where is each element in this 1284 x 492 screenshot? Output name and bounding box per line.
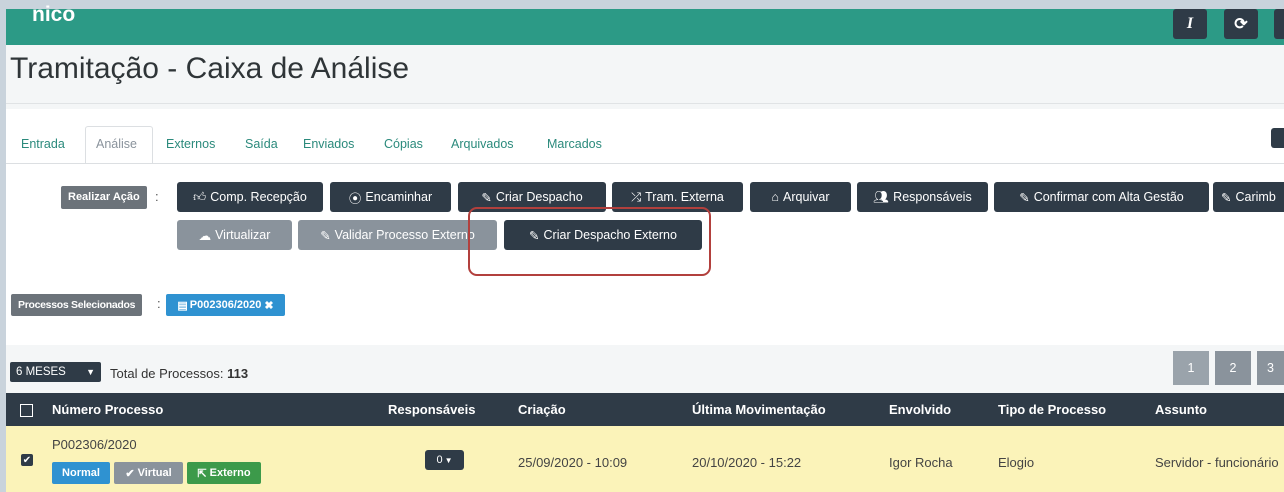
arquivar-button[interactable]: ⌂ Arquivar <box>750 182 851 212</box>
confirmar-alta-gestao-button[interactable]: ✎ Confirmar com Alta Gestão <box>994 182 1209 212</box>
edit-icon: ✎ <box>481 190 492 205</box>
users-icon: 👥︎ <box>873 189 890 204</box>
pencil-icon: ✎ <box>1221 190 1232 205</box>
tipo-processo-value: Elogio <box>998 455 1035 470</box>
more-button[interactable] <box>1274 9 1284 39</box>
period-select[interactable]: 6 MESES ▼ <box>10 362 101 382</box>
col-assunto[interactable]: Assunto <box>1155 402 1207 417</box>
card-tool-button[interactable] <box>1271 128 1284 148</box>
external-link-icon: ⇱ <box>197 467 207 480</box>
page-1-button[interactable]: 1 <box>1173 351 1209 385</box>
select-all-checkbox[interactable] <box>20 404 33 417</box>
badge-virtual: ✔ Virtual <box>114 462 183 484</box>
virtualizar-button[interactable]: ☁ Virtualizar <box>177 220 292 250</box>
envolvido-value: Igor Rocha <box>889 455 953 470</box>
italic-button[interactable]: I <box>1173 9 1207 39</box>
col-tipo-processo[interactable]: Tipo de Processo <box>998 402 1106 417</box>
processos-selecionados-label: Processos Selecionados <box>11 294 143 316</box>
col-criacao[interactable]: Criação <box>518 402 566 417</box>
responsaveis-dropdown[interactable]: 0 ▼ <box>425 450 464 470</box>
realizar-acao-label: Realizar Ação <box>61 186 147 209</box>
row-checkbox[interactable]: ✔ <box>21 454 33 466</box>
file-icon: ▤ <box>177 299 188 312</box>
shuffle-icon: ⤮ <box>631 189 642 204</box>
tab-saida[interactable]: Saída <box>245 137 278 151</box>
col-responsaveis[interactable]: Responsáveis <box>388 402 475 417</box>
caret-down-icon: ▼ <box>444 455 453 465</box>
responsaveis-button[interactable]: 👥︎ Responsáveis <box>857 182 988 212</box>
forward-circle-icon: ⦿ <box>348 191 362 206</box>
process-number[interactable]: P002306/2020 <box>52 437 137 452</box>
tab-analise[interactable]: Análise <box>96 137 137 151</box>
criacao-value: 25/09/2020 - 10:09 <box>518 455 628 470</box>
tab-entrada[interactable]: Entrada <box>21 137 65 151</box>
page-title: Tramitação - Caixa de Análise <box>10 52 410 85</box>
carimbar-button[interactable]: ✎ Carimb <box>1213 182 1284 212</box>
remove-icon[interactable]: ✖ <box>264 299 273 312</box>
refresh-icon: ⟳ <box>1234 16 1248 33</box>
page-2-button[interactable]: 2 <box>1215 351 1251 385</box>
ultima-movimentacao-value: 20/10/2020 - 15:22 <box>692 455 802 470</box>
col-numero-processo[interactable]: Número Processo <box>52 402 163 417</box>
edit-icon: ✎ <box>320 228 331 243</box>
col-envolvido[interactable]: Envolvido <box>889 402 951 417</box>
badge-normal: Normal <box>52 462 110 484</box>
colon-separator: : <box>155 189 159 204</box>
check-icon: ✔ <box>125 467 135 480</box>
refresh-button[interactable]: ⟳ <box>1224 9 1258 39</box>
top-navbar: nico I ⟳ <box>6 3 1284 45</box>
tab-enviados[interactable]: Enviados <box>303 137 354 151</box>
tab-externos[interactable]: Externos <box>166 137 215 151</box>
colon-separator: : <box>157 296 161 311</box>
total-processos: Total de Processos: 113 <box>110 366 249 381</box>
title-divider <box>6 103 1284 104</box>
badge-externo: ⇱ Externo <box>187 462 261 484</box>
highlight-annotation <box>468 207 711 276</box>
italic-icon: I <box>1186 15 1194 32</box>
col-ultima-movimentacao[interactable]: Última Movimentação <box>692 402 826 417</box>
selected-process-chip[interactable]: ▤ P002306/2020 ✖ <box>166 294 285 316</box>
tabs-divider <box>6 163 1284 164</box>
comp-recepcao-button[interactable]: 👍︎ Comp. Recepção <box>177 182 323 212</box>
thumbs-up-icon: 👍︎ <box>193 189 207 204</box>
tab-marcados[interactable]: Marcados <box>547 137 602 151</box>
tab-arquivados[interactable]: Arquivados <box>451 137 514 151</box>
assunto-value: Servidor - funcionário <box>1155 455 1279 470</box>
chevron-down-icon: ▼ <box>86 367 95 377</box>
cloud-upload-icon: ☁ <box>198 228 212 243</box>
inbox-icon: ⌂ <box>771 190 779 204</box>
encaminhar-button[interactable]: ⦿ Encaminhar <box>330 182 451 212</box>
page-3-button[interactable]: 3 <box>1257 351 1284 385</box>
edit-icon: ✎ <box>1019 190 1030 205</box>
brand-logo-text: nico <box>32 3 76 26</box>
tab-copias[interactable]: Cópias <box>384 137 423 151</box>
